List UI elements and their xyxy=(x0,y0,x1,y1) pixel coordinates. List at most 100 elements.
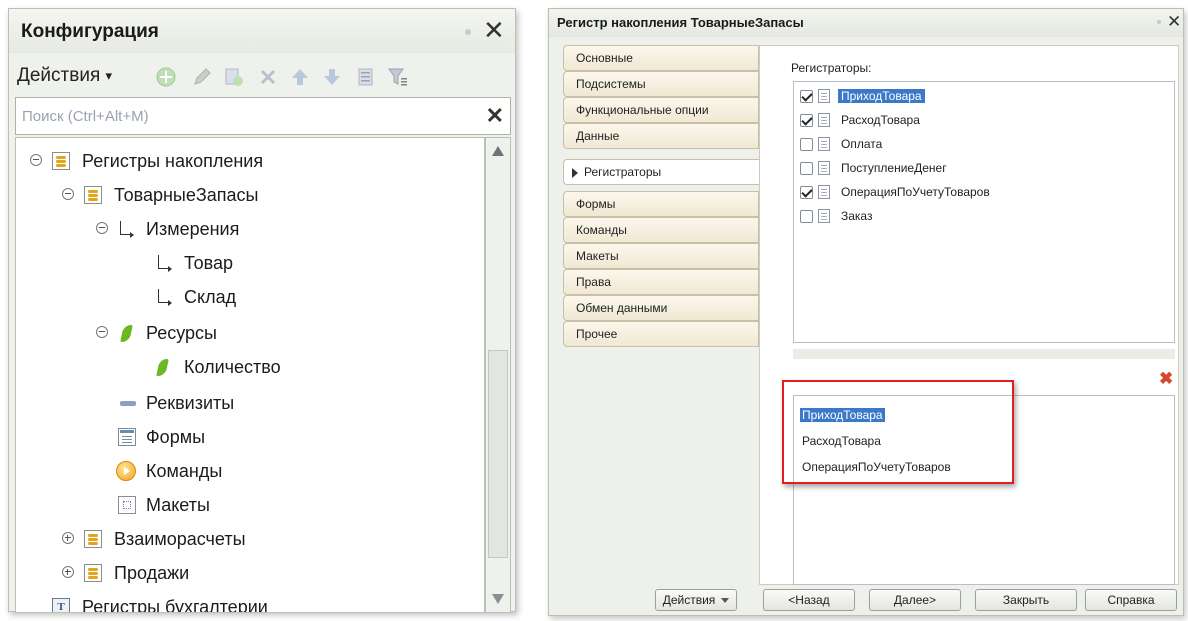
tree-item-label: Команды xyxy=(146,461,223,481)
close-button[interactable]: Закрыть xyxy=(975,589,1077,611)
document-icon xyxy=(818,185,830,199)
scroll-thumb[interactable] xyxy=(488,350,508,558)
configuration-panel: Конфигурация ✕ Действия ▾ ✕ Регистры нак… xyxy=(8,8,516,613)
tree-item-commands[interactable]: Команды xyxy=(16,456,484,486)
tree-item-label: Реквизиты xyxy=(146,393,235,413)
next-button[interactable]: Далее> xyxy=(869,589,961,611)
back-button[interactable]: <Назад xyxy=(763,589,855,611)
tree-item-settlements[interactable]: Взаиморасчеты xyxy=(16,524,484,554)
delete-icon[interactable] xyxy=(257,66,279,88)
dimension-icon xyxy=(154,287,174,307)
registrator-checkbox[interactable] xyxy=(800,138,813,151)
button-label: Закрыть xyxy=(1002,593,1050,607)
tab-subsystems[interactable]: Подсистемы xyxy=(563,71,759,97)
pin-icon[interactable] xyxy=(465,29,471,35)
search-input[interactable] xyxy=(16,98,490,134)
tab-commands[interactable]: Команды xyxy=(563,217,759,243)
document-icon xyxy=(818,89,830,103)
remove-icon[interactable]: ✖ xyxy=(1159,369,1173,389)
accumulation-register-icon xyxy=(52,152,70,170)
document-icon xyxy=(818,161,830,175)
template-icon xyxy=(118,496,136,514)
tree-item-label: Товар xyxy=(184,253,233,273)
tree-item-dimensions[interactable]: Измерения xyxy=(16,214,484,244)
tree-item-attributes[interactable]: Реквизиты xyxy=(16,388,484,418)
registrator-checkbox[interactable] xyxy=(800,162,813,175)
move-up-icon[interactable] xyxy=(289,66,311,88)
copy-icon[interactable] xyxy=(223,66,245,88)
accumulation-register-icon xyxy=(84,564,102,582)
tree-item-templates[interactable]: Макеты xyxy=(16,490,484,520)
tab-templates[interactable]: Макеты xyxy=(563,243,759,269)
tab-functional-options[interactable]: Функциональные опции xyxy=(563,97,759,123)
tree-item-stock-register[interactable]: ТоварныеЗапасы xyxy=(16,180,484,210)
registrator-name: ПоступлениеДенег xyxy=(841,161,947,175)
collapse-icon[interactable] xyxy=(30,154,42,166)
tab-label: Обмен данными xyxy=(576,301,668,315)
clear-search-icon[interactable]: ✕ xyxy=(486,104,504,128)
registrators-label: Регистраторы: xyxy=(791,61,872,75)
button-label: <Назад xyxy=(788,593,830,607)
properties-icon[interactable] xyxy=(355,66,377,88)
registrator-name: Оплата xyxy=(841,137,883,151)
expand-icon[interactable] xyxy=(62,566,74,578)
close-icon[interactable]: ✕ xyxy=(1167,12,1181,32)
collapse-icon[interactable] xyxy=(62,188,74,200)
tree-item-resource-quantity[interactable]: Количество xyxy=(16,352,484,382)
resource-icon xyxy=(120,325,133,342)
pin-icon[interactable] xyxy=(1157,20,1161,24)
configuration-toolbar: Действия ▾ xyxy=(15,57,511,95)
collapse-icon[interactable] xyxy=(96,222,108,234)
tab-data[interactable]: Данные xyxy=(563,123,759,149)
tree-item-label: Ресурсы xyxy=(146,323,217,343)
document-icon xyxy=(818,209,830,223)
active-tab-arrow-icon xyxy=(572,168,578,178)
list-splitter[interactable] xyxy=(793,349,1175,359)
registrator-checkbox[interactable] xyxy=(800,90,813,103)
collapse-icon[interactable] xyxy=(96,326,108,338)
move-down-icon[interactable] xyxy=(321,66,343,88)
attribute-icon xyxy=(120,401,136,406)
tree-item-forms[interactable]: Формы xyxy=(16,422,484,452)
scroll-down-icon[interactable] xyxy=(492,594,504,604)
tab-label: Прочее xyxy=(576,327,618,341)
dropdown-arrow-icon xyxy=(721,598,730,604)
highlight-frame xyxy=(782,380,1014,484)
tree-item-dimension-product[interactable]: Товар xyxy=(16,248,484,278)
tab-main[interactable]: Основные xyxy=(563,45,759,71)
expand-icon[interactable] xyxy=(62,532,74,544)
caret-down-icon: ▾ xyxy=(105,67,113,83)
registrators-list[interactable]: ПриходТовара РасходТовара Оплата Поступл… xyxy=(793,81,1175,343)
configuration-tree[interactable]: Регистры накопления ТоварныеЗапасы Измер… xyxy=(15,137,485,613)
scroll-up-icon[interactable] xyxy=(492,146,504,156)
registrator-name: ПриходТовара xyxy=(838,89,925,103)
filter-icon[interactable] xyxy=(387,66,409,88)
tab-label: Макеты xyxy=(576,249,619,263)
tree-item-resources[interactable]: Ресурсы xyxy=(16,318,484,348)
add-icon[interactable] xyxy=(155,66,177,88)
dimension-icon xyxy=(154,253,174,273)
edit-icon[interactable] xyxy=(191,66,213,88)
tree-item-sales[interactable]: Продажи xyxy=(16,558,484,588)
tab-registrators[interactable]: Регистраторы xyxy=(563,159,765,185)
actions-button[interactable]: Действия xyxy=(655,589,737,611)
help-button[interactable]: Справка xyxy=(1085,589,1177,611)
registrator-checkbox[interactable] xyxy=(800,186,813,199)
registrator-checkbox[interactable] xyxy=(800,114,813,127)
tree-item-label: Измерения xyxy=(146,219,240,239)
tree-item-label: Количество xyxy=(184,357,281,377)
close-icon[interactable]: ✕ xyxy=(483,15,505,45)
tab-forms[interactable]: Формы xyxy=(563,191,759,217)
document-icon xyxy=(818,137,830,151)
tab-label: Регистраторы xyxy=(584,165,662,179)
tree-item-dimension-warehouse[interactable]: Склад xyxy=(16,282,484,312)
tree-item-accounting-registers[interactable]: Т Регистры бухгалтерии xyxy=(16,592,484,612)
tree-item-accumulation-registers[interactable]: Регистры накопления xyxy=(16,146,484,176)
registrator-checkbox[interactable] xyxy=(800,210,813,223)
actions-menu-button[interactable]: Действия ▾ xyxy=(17,65,112,87)
register-properties-window: Регистр накопления ТоварныеЗапасы ✕ Осно… xyxy=(548,8,1184,616)
tab-other[interactable]: Прочее xyxy=(563,321,759,347)
tree-scrollbar[interactable] xyxy=(485,137,511,613)
tab-rights[interactable]: Права xyxy=(563,269,759,295)
tab-data-exchange[interactable]: Обмен данными xyxy=(563,295,759,321)
